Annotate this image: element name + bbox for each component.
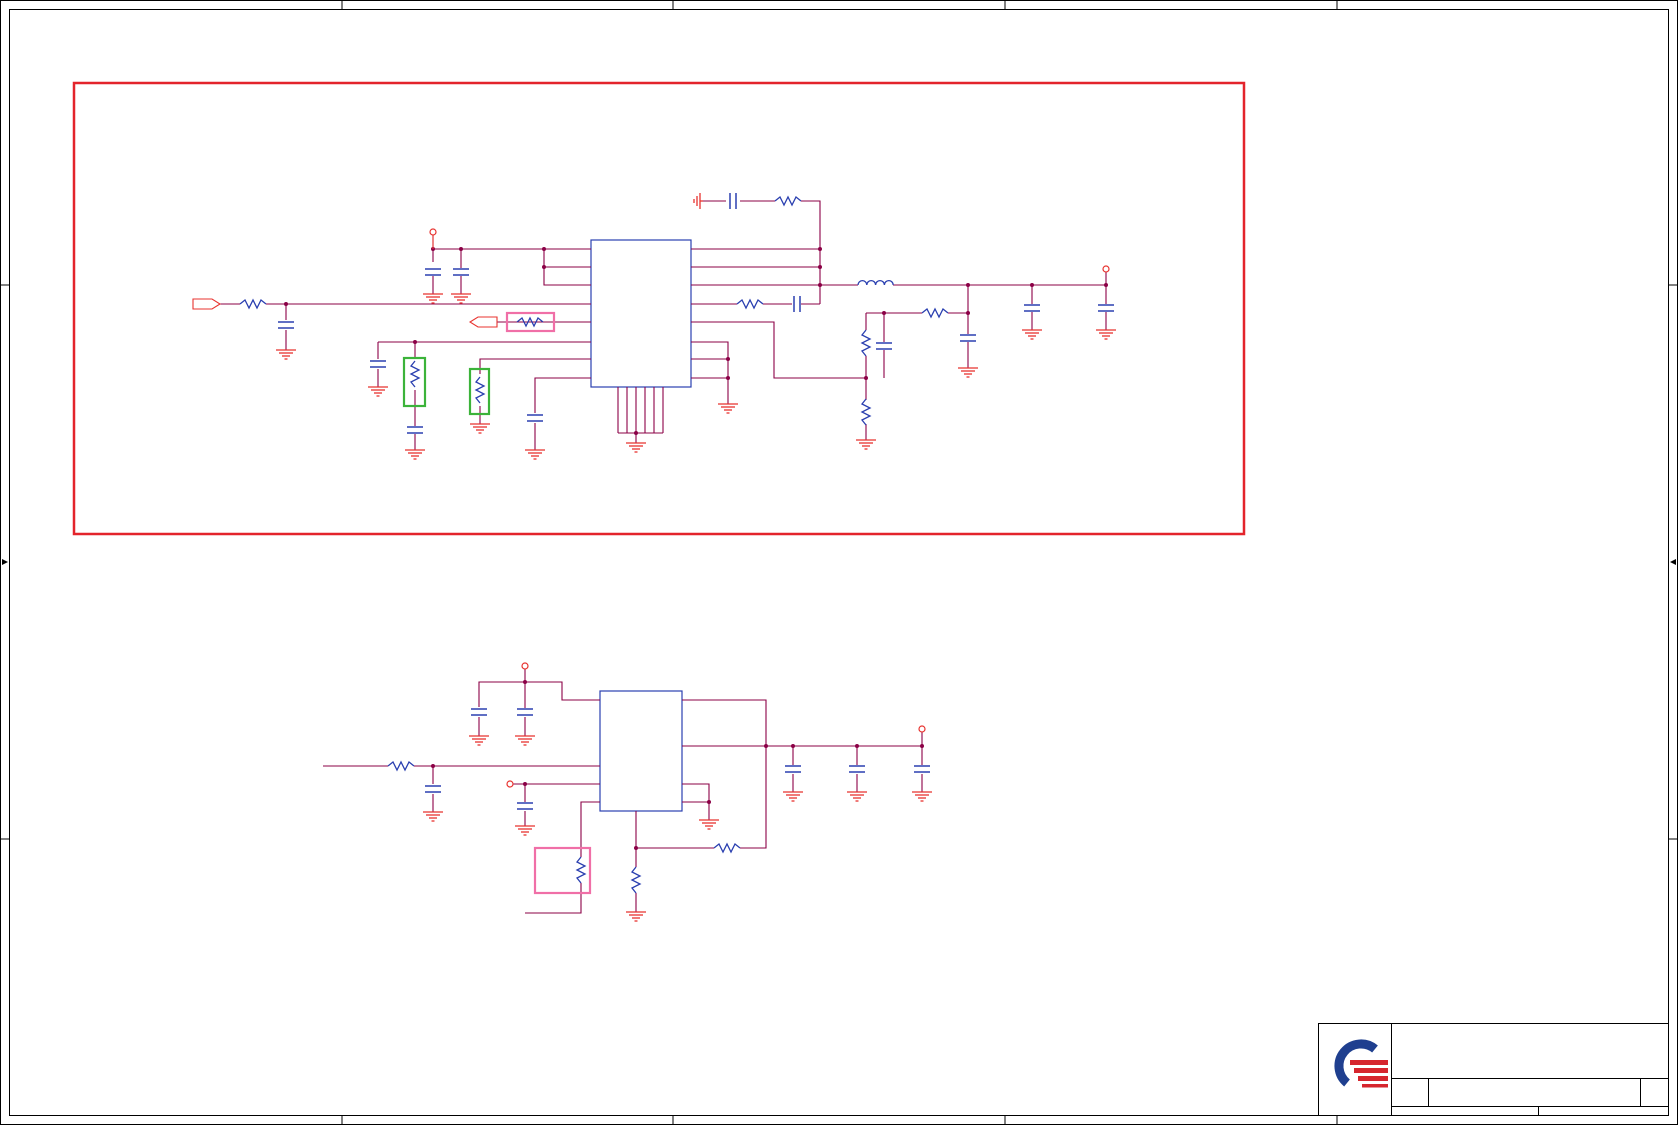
capacitor-pin (526, 414, 544, 422)
ground-symbol (957, 367, 979, 378)
ground-symbol (450, 293, 472, 304)
resistor-divider-h (921, 308, 949, 318)
ground-symbol (782, 791, 804, 802)
resistor-green-2 (475, 376, 485, 404)
ground-symbol (698, 819, 720, 830)
chassis-ground-symbol (693, 193, 703, 209)
highlight-region-red (72, 81, 1246, 536)
ground-symbol (1095, 329, 1117, 340)
ground-symbol (846, 791, 868, 802)
upper-wires (220, 200, 1107, 450)
capacitor-left (369, 360, 387, 368)
lower-junctions (431, 680, 924, 850)
power-pin-symbol (429, 228, 437, 236)
capacitor-divider (875, 342, 893, 350)
resistor-lower-feedback (713, 843, 741, 853)
capacitor-supply-1 (424, 268, 442, 276)
ground-symbol (469, 423, 491, 434)
capacitor-lower-supply-1 (470, 708, 488, 716)
lower-wires (323, 669, 923, 914)
company-logo-icon (1334, 1039, 1388, 1088)
power-pin-symbol (918, 725, 926, 733)
power-pin-symbol (521, 662, 529, 670)
capacitor-feedback (729, 192, 737, 210)
resistor-lower-bottom (631, 866, 641, 894)
ic-u2[interactable] (599, 690, 683, 812)
resistor-feedback-top (774, 196, 802, 206)
ground-symbol (855, 439, 877, 450)
schematic-sheet (0, 0, 1678, 1125)
highlight-pink-2 (533, 846, 592, 895)
capacitor-lower-out-3 (913, 765, 931, 773)
schematic-canvas (0, 0, 1678, 1125)
capacitor-out-3 (1097, 304, 1115, 312)
ground-symbol (717, 403, 739, 414)
ground-symbol (404, 449, 426, 460)
capacitor-lower-supply-2 (516, 708, 534, 716)
ground-symbol (275, 349, 297, 360)
capacitor-green-1 (406, 426, 424, 434)
upper-circuit (192, 192, 1117, 460)
capacitor-lower-input (424, 785, 442, 793)
inductor[interactable] (857, 279, 894, 286)
capacitor-lower-pin (516, 802, 534, 810)
ground-symbol (367, 386, 389, 397)
lower-circuit (323, 662, 933, 922)
capacitor-bootstrap (793, 295, 801, 313)
ground-symbol (422, 293, 444, 304)
ground-symbol (514, 825, 536, 836)
resistor-right (736, 299, 764, 309)
ground-symbol (524, 449, 546, 460)
ground-symbol (1021, 329, 1043, 340)
power-pin-symbol (1102, 265, 1110, 273)
capacitor-input (277, 321, 295, 329)
input-port[interactable] (192, 298, 222, 310)
capacitor-lower-out-1 (784, 765, 802, 773)
capacitor-supply-2 (452, 268, 470, 276)
capacitor-out-2 (1023, 304, 1041, 312)
ground-symbol (911, 791, 933, 802)
resistor-input (239, 299, 267, 309)
ground-symbol (422, 811, 444, 822)
capacitor-out-1 (959, 334, 977, 342)
ground-symbol (625, 911, 647, 922)
ic-u1[interactable] (590, 239, 692, 388)
resistor-divider-top (861, 329, 871, 357)
ground-symbol (625, 442, 647, 453)
capacitor-lower-out-2 (848, 765, 866, 773)
resistor-divider-bottom (861, 398, 871, 426)
sheet-frame (0, 0, 1678, 1125)
ground-symbol (514, 735, 536, 746)
power-pin-symbol (506, 780, 514, 788)
resistor-green-1 (410, 360, 420, 388)
sheet-center-arrows (2, 559, 1676, 565)
ground-symbol (468, 735, 490, 746)
resistor-lower-pink (576, 856, 586, 884)
output-port[interactable] (468, 316, 498, 328)
resistor-lower-input (387, 761, 415, 771)
